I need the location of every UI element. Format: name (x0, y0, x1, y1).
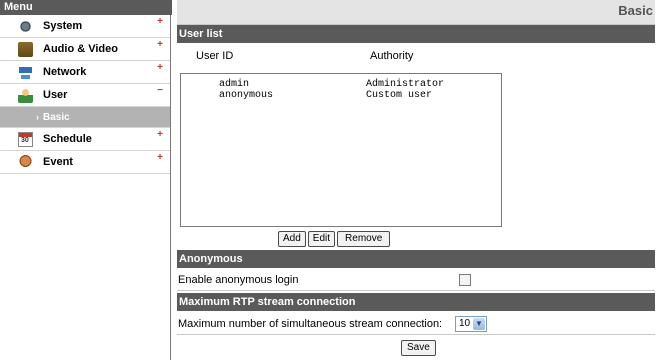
user-id: admin (219, 79, 250, 90)
anonymous-section-header: Anonymous (177, 250, 655, 268)
expand-icon[interactable]: + (157, 129, 163, 140)
rtp-section-header: Maximum RTP stream connection (177, 293, 655, 311)
event-icon (18, 154, 33, 170)
sidebar-item-audio-video[interactable]: Audio & Video + (0, 38, 170, 61)
expand-icon[interactable]: + (157, 16, 163, 27)
expand-icon[interactable]: + (157, 62, 163, 73)
calendar-icon (18, 131, 33, 147)
max-stream-value: 10 (459, 318, 471, 329)
sidebar: Menu System + Audio & Video + Network + … (0, 0, 172, 360)
sidebar-menu: System + Audio & Video + Network + User … (0, 15, 171, 360)
chevron-right-icon: › (36, 112, 39, 122)
menu-header: Menu (0, 0, 172, 15)
submenu-label: Basic (43, 112, 70, 123)
sidebar-item-event[interactable]: Event + (0, 151, 170, 174)
edit-button[interactable]: Edit (307, 231, 336, 247)
remove-button[interactable]: Remove (337, 231, 391, 247)
user-authority: Administrator (366, 79, 445, 90)
main-panel: Basic User list User ID Authority admin … (177, 0, 655, 360)
list-item[interactable]: anonymous Custom user (181, 90, 501, 101)
column-header-authority: Authority (370, 50, 414, 62)
camera-icon (18, 41, 33, 57)
save-button[interactable]: Save (401, 340, 436, 356)
collapse-icon[interactable]: − (157, 85, 163, 96)
user-list-section-header: User list (177, 25, 655, 43)
user-list[interactable]: admin Administrator anonymous Custom use… (180, 73, 502, 227)
sidebar-item-system[interactable]: System + (0, 15, 170, 38)
sidebar-item-network[interactable]: Network + (0, 61, 170, 84)
chevron-down-icon[interactable]: ▼ (473, 318, 485, 330)
anonymous-row: Enable anonymous login (177, 268, 655, 291)
rtp-row: Maximum number of simultaneous stream co… (177, 311, 655, 335)
column-header-user-id: User ID (196, 50, 234, 62)
user-id: anonymous (219, 90, 274, 101)
gear-icon (18, 18, 33, 34)
anonymous-login-label: Enable anonymous login (178, 274, 299, 286)
expand-icon[interactable]: + (157, 39, 163, 50)
sidebar-item-user[interactable]: User − (0, 84, 170, 107)
network-icon (18, 65, 33, 80)
page-header: Basic (177, 0, 655, 25)
list-item[interactable]: admin Administrator (181, 79, 501, 90)
user-authority: Custom user (366, 90, 433, 101)
sidebar-item-label: System (43, 20, 83, 32)
sidebar-item-label: Audio & Video (43, 43, 118, 55)
user-list-column-headers: User ID Authority (177, 43, 655, 69)
user-icon (18, 87, 33, 103)
anonymous-login-checkbox[interactable] (459, 274, 471, 286)
sidebar-item-label: Event (43, 156, 73, 168)
sidebar-item-label: Network (43, 66, 87, 78)
max-stream-select[interactable]: 10 ▼ (455, 316, 487, 332)
sidebar-subitem-basic[interactable]: › Basic (0, 107, 170, 128)
max-stream-label: Maximum number of simultaneous stream co… (178, 318, 443, 330)
page-title: Basic (618, 3, 653, 18)
user-list-buttons: Add Edit Remove (278, 231, 392, 247)
expand-icon[interactable]: + (157, 152, 163, 163)
sidebar-item-label: Schedule (43, 133, 92, 145)
sidebar-item-label: User (43, 89, 68, 101)
add-button[interactable]: Add (278, 231, 306, 247)
sidebar-item-schedule[interactable]: Schedule + (0, 128, 170, 151)
